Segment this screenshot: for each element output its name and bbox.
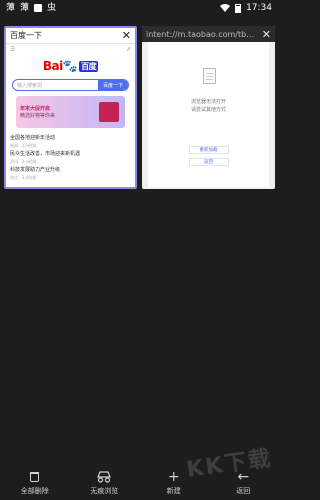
tab-preview: 浏览器无法打开 请尝试其他方式 重新加载 返回 xyxy=(148,42,269,187)
wifi-icon xyxy=(220,4,231,12)
promo-banner: 年末大促开启 精选好物等你来 xyxy=(16,96,125,128)
plus-icon: + xyxy=(167,469,180,485)
list-item: 民众生活改善，市场迎来新机遇 资讯 · 2小时前 xyxy=(10,150,131,166)
delete-all-label: 全部删除 xyxy=(20,487,49,495)
back-button: 返回 xyxy=(188,158,229,166)
bottom-toolbar: 全部删除 无痕浏览 + 新建 ← 返回 xyxy=(0,466,278,500)
reload-button: 重新加载 xyxy=(188,146,229,154)
news-meta: 热点 · 3小时前 xyxy=(10,175,37,180)
list-item: 全国各地迎新年活动 新闻 · 1小时前 xyxy=(10,134,131,150)
baidu-logo: Bai🐾 百度 xyxy=(6,59,135,73)
logo-text: Bai xyxy=(42,59,63,73)
logo-text: 百度 xyxy=(79,61,99,72)
back-button[interactable]: ← 返回 xyxy=(213,470,273,496)
tab-card-intent[interactable]: intent://m.taobao.com/tbopen/i... ✕ 浏览器无… xyxy=(142,26,275,189)
news-list: 全国各地迎新年活动 新闻 · 1小时前 民众生活改善，市场迎来新机遇 资讯 · 2小… xyxy=(6,134,135,182)
new-tab-button[interactable]: + 新建 xyxy=(144,470,204,496)
tab-title: 百度一下 xyxy=(10,31,42,40)
notification-icon: 藫 xyxy=(20,3,30,13)
share-icon: ⇗ xyxy=(125,46,131,53)
status-bar: 藫 藫 虫 17:34 xyxy=(0,0,278,16)
search-button: 百度一下 xyxy=(97,80,128,90)
status-right-icons: 17:34 xyxy=(220,3,272,13)
incognito-label: 无痕浏览 xyxy=(90,487,119,495)
tab-card-header: intent://m.taobao.com/tbopen/i... ✕ xyxy=(142,26,275,42)
close-icon[interactable]: ✕ xyxy=(122,30,131,41)
tab-preview: ☰ ⇗ Bai🐾 百度 输入搜索词 百度一下 年末大促开启 精选好物等你来 全国各… xyxy=(6,44,135,187)
preview-topbar: ☰ ⇗ xyxy=(6,44,135,55)
trash-icon xyxy=(30,470,40,484)
banner-title: 年末大促开启 xyxy=(20,106,51,112)
status-left-icons: 藫 藫 虫 xyxy=(6,3,56,13)
news-title: 科技发展助力产业升级 xyxy=(10,167,61,173)
back-label: 返回 xyxy=(236,487,251,495)
document-icon xyxy=(202,68,216,84)
battery-icon xyxy=(235,3,242,13)
new-tab-label: 新建 xyxy=(166,487,181,495)
notification-icon: 虫 xyxy=(47,3,57,13)
paw-icon: 🐾 xyxy=(62,59,78,73)
news-title: 民众生活改善，市场迎来新机遇 xyxy=(10,151,81,157)
banner-subtitle: 精选好物等你来 xyxy=(20,113,56,119)
error-line: 请尝试其他方式 xyxy=(190,107,226,113)
incognito-icon xyxy=(96,470,112,484)
arrow-left-icon: ← xyxy=(237,469,250,485)
notification-icon: 藫 xyxy=(6,3,16,13)
delete-all-button[interactable]: 全部删除 xyxy=(5,470,65,496)
search-box: 输入搜索词 百度一下 xyxy=(12,79,129,91)
gift-icon xyxy=(99,102,119,122)
news-title: 全国各地迎新年活动 xyxy=(10,135,56,141)
menu-icon: ☰ xyxy=(10,46,16,53)
tab-card-baidu[interactable]: 百度一下 ✕ ☰ ⇗ Bai🐾 百度 输入搜索词 百度一下 年末大促开启 精选好物… xyxy=(4,26,137,189)
incognito-button[interactable]: 无痕浏览 xyxy=(74,470,134,496)
error-message: 浏览器无法打开 请尝试其他方式 xyxy=(148,98,269,114)
error-line: 浏览器无法打开 xyxy=(190,99,226,105)
list-item: 科技发展助力产业升级 热点 · 3小时前 xyxy=(10,166,131,182)
app-notification-icon xyxy=(34,4,43,12)
search-placeholder: 输入搜索词 xyxy=(17,82,43,89)
news-meta: 资讯 · 2小时前 xyxy=(10,159,37,164)
tab-card-header: 百度一下 ✕ xyxy=(6,28,135,44)
status-time: 17:34 xyxy=(246,3,272,13)
tab-title: intent://m.taobao.com/tbopen/i... xyxy=(146,29,256,39)
news-meta: 新闻 · 1小时前 xyxy=(10,143,37,148)
close-icon[interactable]: ✕ xyxy=(262,29,271,40)
